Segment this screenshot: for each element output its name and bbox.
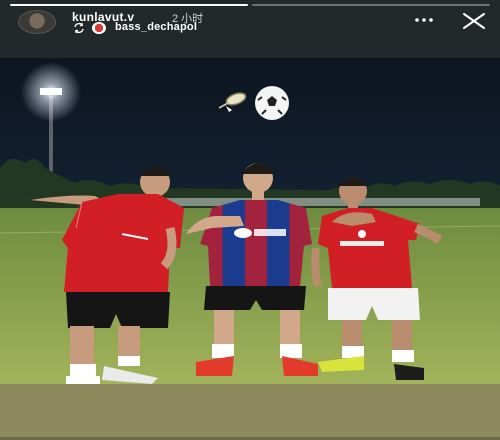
football-sticker bbox=[255, 86, 289, 120]
progress-segment-2 bbox=[252, 4, 490, 6]
collaborator-name[interactable]: bass_dechapol bbox=[115, 21, 197, 33]
progress-segment-1 bbox=[10, 4, 248, 6]
photo-illustration bbox=[0, 58, 500, 384]
more-icon[interactable] bbox=[412, 12, 436, 28]
spotify-sponsor bbox=[234, 228, 252, 238]
avatar[interactable] bbox=[18, 10, 56, 34]
story-progress bbox=[0, 4, 500, 7]
story-photo bbox=[0, 58, 500, 384]
story-header: kunlavut.v 2 小时 bass_dechapol bbox=[0, 0, 500, 58]
floodlight bbox=[40, 88, 62, 95]
story-footer bbox=[0, 384, 500, 440]
repost-icon bbox=[74, 22, 84, 34]
close-icon[interactable] bbox=[461, 12, 487, 30]
collaborator-avatar[interactable] bbox=[92, 22, 106, 34]
